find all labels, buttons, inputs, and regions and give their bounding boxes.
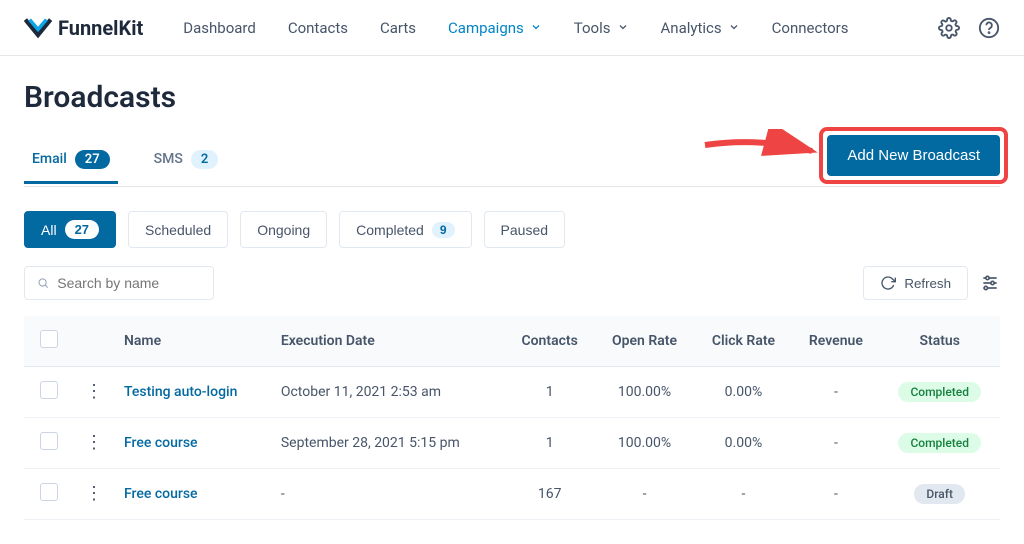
refresh-icon — [880, 275, 896, 291]
row-revenue: - — [792, 469, 879, 520]
nav-item-connectors[interactable]: Connectors — [772, 19, 849, 37]
search-icon — [37, 276, 49, 290]
brand-name: FunnelKit — [58, 16, 143, 40]
row-open-rate: 100.00% — [595, 367, 695, 418]
row-open-rate: - — [595, 469, 695, 520]
row-revenue: - — [792, 418, 879, 469]
search-input[interactable] — [57, 275, 201, 291]
table-row: ⋮Free course-167---Draft — [24, 469, 1000, 520]
tab-email[interactable]: Email27 — [24, 138, 118, 184]
annotation-arrow-icon — [700, 129, 820, 173]
row-name-link[interactable]: Free course — [124, 486, 198, 502]
nav-item-tools[interactable]: Tools — [574, 19, 629, 37]
chevron-down-icon — [728, 19, 740, 37]
table-header: Revenue — [792, 316, 879, 367]
row-open-rate: 100.00% — [595, 418, 695, 469]
tab-sms[interactable]: SMS2 — [146, 138, 227, 184]
row-revenue: - — [792, 367, 879, 418]
row-menu-icon[interactable]: ⋮ — [85, 483, 103, 504]
row-name-link[interactable]: Free course — [124, 435, 198, 451]
row-contacts: 167 — [505, 469, 595, 520]
chevron-down-icon — [617, 19, 629, 37]
table-header: Name — [114, 316, 271, 367]
tab-count-badge: 2 — [191, 150, 218, 169]
nav-item-campaigns[interactable]: Campaigns — [448, 19, 542, 37]
nav-item-analytics[interactable]: Analytics — [661, 19, 740, 37]
top-nav: FunnelKit Dashboard Contacts Carts Campaign… — [0, 0, 1024, 56]
table-header — [74, 316, 114, 367]
row-name-link[interactable]: Testing auto-login — [124, 384, 237, 400]
select-all-checkbox[interactable] — [40, 330, 58, 348]
row-date: October 11, 2021 2:53 am — [271, 367, 505, 418]
filter-ongoing[interactable]: Ongoing — [240, 211, 327, 248]
funnelkit-logo-icon — [24, 14, 52, 42]
row-menu-icon[interactable]: ⋮ — [85, 432, 103, 453]
help-icon[interactable] — [978, 17, 1000, 39]
table-header: Status — [879, 316, 1000, 367]
filter-scheduled[interactable]: Scheduled — [128, 211, 228, 248]
filter-count-badge: 27 — [65, 220, 99, 239]
row-click-rate: 0.00% — [695, 367, 793, 418]
row-checkbox[interactable] — [40, 381, 58, 399]
filter-bar: All27 Scheduled Ongoing Completed9 Paused — [24, 211, 1000, 248]
nav-item-contacts[interactable]: Contacts — [288, 19, 348, 37]
tab-count-badge: 27 — [75, 150, 110, 169]
table-header: Open Rate — [595, 316, 695, 367]
broadcasts-table: NameExecution DateContactsOpen RateClick… — [24, 316, 1000, 520]
filter-paused[interactable]: Paused — [484, 211, 565, 248]
refresh-button[interactable]: Refresh — [863, 266, 968, 300]
table-header: Click Rate — [695, 316, 793, 367]
row-date: - — [271, 469, 505, 520]
nav-item-dashboard[interactable]: Dashboard — [183, 19, 256, 37]
nav-items: Dashboard Contacts Carts Campaigns Tools Anal… — [183, 19, 938, 37]
filter-count-badge: 9 — [432, 222, 455, 238]
page-title: Broadcasts — [24, 80, 1000, 115]
brand-logo[interactable]: FunnelKit — [24, 14, 143, 42]
row-click-rate: - — [695, 469, 793, 520]
status-badge: Completed — [898, 433, 981, 453]
table-header: Contacts — [505, 316, 595, 367]
filter-completed[interactable]: Completed9 — [339, 211, 471, 248]
filter-all[interactable]: All27 — [24, 211, 116, 248]
table-row: ⋮ Testing auto-login October 11, 2021 2:53… — [24, 367, 1000, 418]
table-header: Execution Date — [271, 316, 505, 367]
row-contacts: 1 — [505, 367, 595, 418]
status-badge: Draft — [914, 484, 965, 504]
gear-icon[interactable] — [938, 17, 960, 39]
add-new-broadcast-button[interactable]: Add New Broadcast — [827, 135, 1000, 176]
table-header — [24, 316, 74, 367]
tabs-row: Email27 SMS2 Add New Broadcast — [24, 135, 1000, 187]
chevron-down-icon — [530, 19, 542, 37]
row-contacts: 1 — [505, 418, 595, 469]
status-badge: Completed — [898, 382, 981, 402]
row-click-rate: 0.00% — [695, 418, 793, 469]
row-checkbox[interactable] — [40, 432, 58, 450]
row-checkbox[interactable] — [40, 483, 58, 501]
nav-item-carts[interactable]: Carts — [380, 19, 416, 37]
sliders-icon[interactable] — [980, 273, 1000, 293]
search-input-wrap[interactable] — [24, 266, 214, 300]
row-date: September 28, 2021 5:15 pm — [271, 418, 505, 469]
toolbar: Refresh — [24, 266, 1000, 300]
row-menu-icon[interactable]: ⋮ — [85, 381, 103, 402]
table-row: ⋮ Free course September 28, 2021 5:15 pm11… — [24, 418, 1000, 469]
